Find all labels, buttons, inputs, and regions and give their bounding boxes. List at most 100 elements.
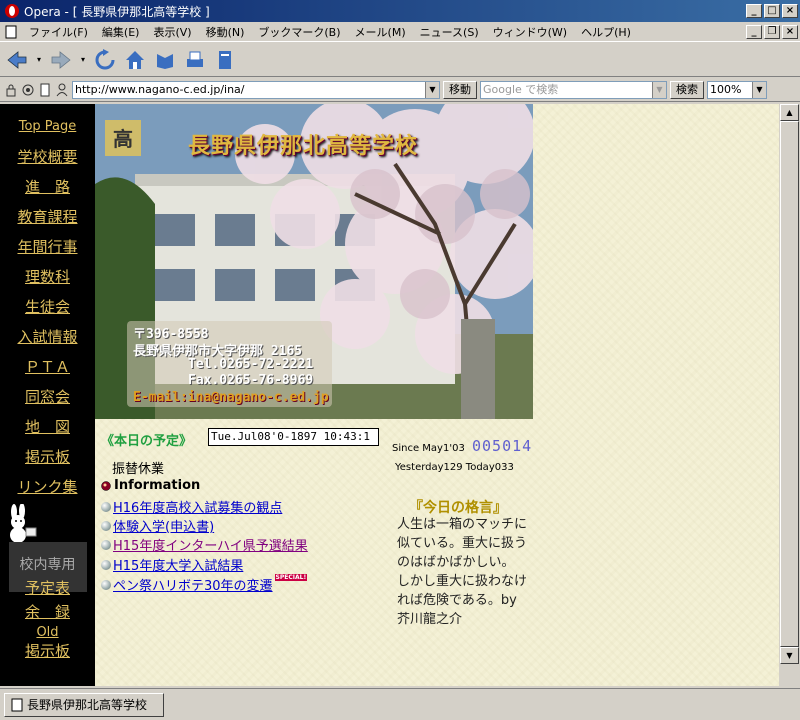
url-input[interactable]: http://www.nagano-c.ed.jp/ina/ ▼ [72, 80, 440, 99]
nav-bulletin-board[interactable]: 掲示板 [0, 442, 95, 472]
school-banner: 高 長野県伊那北高等学校 〒396-8558 長野県伊那市大字伊那 2165 T… [95, 104, 533, 419]
svg-text:高: 高 [113, 127, 133, 151]
maximize-button[interactable]: □ [764, 4, 780, 18]
page-content: Top Page 学校概要 進 路 教育課程 年間行事 理数科 生徒会 入試情報… [0, 104, 779, 686]
window-title: Opera - [ 長野県伊那北高等学校 ] [24, 4, 210, 19]
hotlist-button[interactable] [152, 47, 178, 73]
special-badge: SPECIAL! [274, 574, 308, 581]
nav-old-bulletin[interactable]: 掲示板 [0, 641, 95, 661]
nav-map[interactable]: 地 図 [0, 412, 95, 442]
nav-curriculum[interactable]: 教育課程 [0, 202, 95, 232]
news-item: ペン祭ハリボテ30年の変遷 SPECIAL! [101, 574, 308, 594]
page-tab-icon [11, 698, 23, 711]
page-icon [219, 50, 231, 69]
zoom-dropdown[interactable]: ▼ [752, 81, 766, 98]
nav-pta[interactable]: ＰＴＡ [0, 352, 95, 382]
nav-yoroku[interactable]: 余 録 [0, 599, 95, 625]
reload-button[interactable] [92, 47, 118, 73]
menu-view[interactable]: 表示(V) [146, 24, 198, 40]
doc-close-button[interactable]: × [782, 24, 798, 39]
news-link[interactable]: H16年度高校入試募集の観点 [113, 497, 282, 516]
page-info-button[interactable] [212, 47, 238, 73]
news-link[interactable]: H15年度大学入試結果 [113, 555, 243, 574]
scroll-down-button[interactable]: ▼ [780, 647, 799, 664]
url-text: http://www.nagano-c.ed.jp/ina/ [75, 82, 245, 96]
news-link[interactable]: ペン祭ハリボテ30年の変遷 [113, 575, 273, 594]
user-icon[interactable] [55, 83, 69, 97]
page-doc-icon[interactable] [38, 83, 52, 97]
counter-yesterday-today: Yesterday129 Today033 [395, 462, 514, 473]
menu-window[interactable]: ウィンドウ(W) [486, 24, 574, 40]
forward-button[interactable] [48, 47, 74, 73]
menu-news[interactable]: ニュース(S) [413, 24, 486, 40]
page-tab[interactable]: 長野県伊那北高等学校 [4, 692, 164, 717]
nav-alumni[interactable]: 同窓会 [0, 382, 95, 412]
close-button[interactable]: × [782, 4, 798, 18]
page-tab-title: 長野県伊那北高等学校 [27, 698, 148, 712]
nav-schedule[interactable]: 予定表 [0, 577, 95, 599]
rabbit-mascot-icon [10, 503, 37, 543]
nav-science-course[interactable]: 理数科 [0, 262, 95, 292]
information-heading: Information [101, 478, 200, 493]
back-arrow-icon [7, 50, 27, 69]
nav-career[interactable]: 進 路 [0, 172, 95, 202]
back-dropdown[interactable]: ▾ [34, 47, 44, 73]
search-input[interactable]: Google で検索 ▼ [480, 80, 667, 99]
minimize-button[interactable]: _ [746, 4, 762, 18]
print-icon [187, 51, 203, 67]
home-button[interactable] [122, 47, 148, 73]
doc-minimize-button[interactable]: _ [746, 24, 762, 39]
nav-old[interactable]: Old [0, 625, 95, 641]
opera-logo-icon [5, 4, 19, 18]
counter-since: Since May1'03 [392, 443, 465, 454]
nav-links[interactable]: リンク集 [0, 472, 95, 502]
scroll-thumb[interactable] [780, 121, 799, 647]
hotlist-icon [157, 53, 173, 69]
news-link[interactable]: H15年度インターハイ県予選結果 [113, 535, 308, 554]
menu-bar: ファイル(F) 編集(E) 表示(V) 移動(N) ブックマーク(B) メール(… [0, 22, 800, 42]
search-button[interactable]: 検索 [670, 80, 704, 99]
menu-edit[interactable]: 編集(E) [95, 24, 147, 40]
menu-file[interactable]: ファイル(F) [22, 24, 95, 40]
forward-dropdown[interactable]: ▾ [78, 47, 88, 73]
reload-icon [95, 48, 115, 69]
vertical-scrollbar[interactable]: ▲ ▼ [779, 104, 799, 686]
menu-navigate[interactable]: 移動(N) [199, 24, 252, 40]
home-icon [126, 50, 144, 69]
cookie-icon[interactable] [21, 83, 35, 97]
zoom-select[interactable]: 100% ▼ [707, 80, 767, 99]
menu-bookmarks[interactable]: ブックマーク(B) [251, 24, 347, 40]
search-dropdown[interactable]: ▼ [652, 81, 666, 98]
maxim-title: 『今日の格言』 [409, 500, 507, 516]
nav-school-overview[interactable]: 学校概要 [0, 142, 95, 172]
news-item: H16年度高校入試募集の観点 [101, 497, 282, 516]
nav-student-council[interactable]: 生徒会 [0, 292, 95, 322]
school-email[interactable]: E-mail:ina@nagano-c.ed.jp [133, 390, 329, 405]
back-button[interactable] [4, 47, 30, 73]
bullet-icon [101, 559, 111, 570]
news-link[interactable]: 体験入学(申込書) [113, 516, 214, 535]
search-placeholder: Google で検索 [483, 82, 559, 96]
url-dropdown[interactable]: ▼ [425, 81, 439, 98]
nav-annual-events[interactable]: 年間行事 [0, 232, 95, 262]
bullet-icon [101, 520, 111, 531]
maxim-text: 人生は一箱のマッチに似ている。重大に扱うのはばかばかしい。しかし重大に扱わなけれ… [397, 517, 528, 627]
menu-help[interactable]: ヘルプ(H) [574, 24, 638, 40]
bullet-icon [101, 480, 111, 491]
doc-restore-button[interactable]: ❐ [764, 24, 780, 39]
news-item: 体験入学(申込書) [101, 516, 214, 535]
navigation-toolbar: ▾ ▾ [0, 43, 800, 77]
nav-admission-info[interactable]: 入試情報 [0, 322, 95, 352]
menu-mail[interactable]: メール(M) [348, 24, 413, 40]
lock-icon[interactable] [4, 83, 18, 97]
internal-only-label: 校内専用 [19, 557, 76, 573]
address-bar: http://www.nagano-c.ed.jp/ina/ ▼ 移動 Goog… [0, 78, 800, 102]
print-button[interactable] [182, 47, 208, 73]
news-item: H15年度大学入試結果 [101, 555, 243, 574]
scroll-up-button[interactable]: ▲ [780, 104, 799, 121]
information-label: Information [114, 478, 201, 493]
today-schedule: 振替休業 [112, 462, 165, 477]
schedule-label: 《本日の予定》 [101, 434, 193, 449]
go-button[interactable]: 移動 [443, 80, 477, 99]
nav-top-page[interactable]: Top Page [0, 112, 95, 142]
